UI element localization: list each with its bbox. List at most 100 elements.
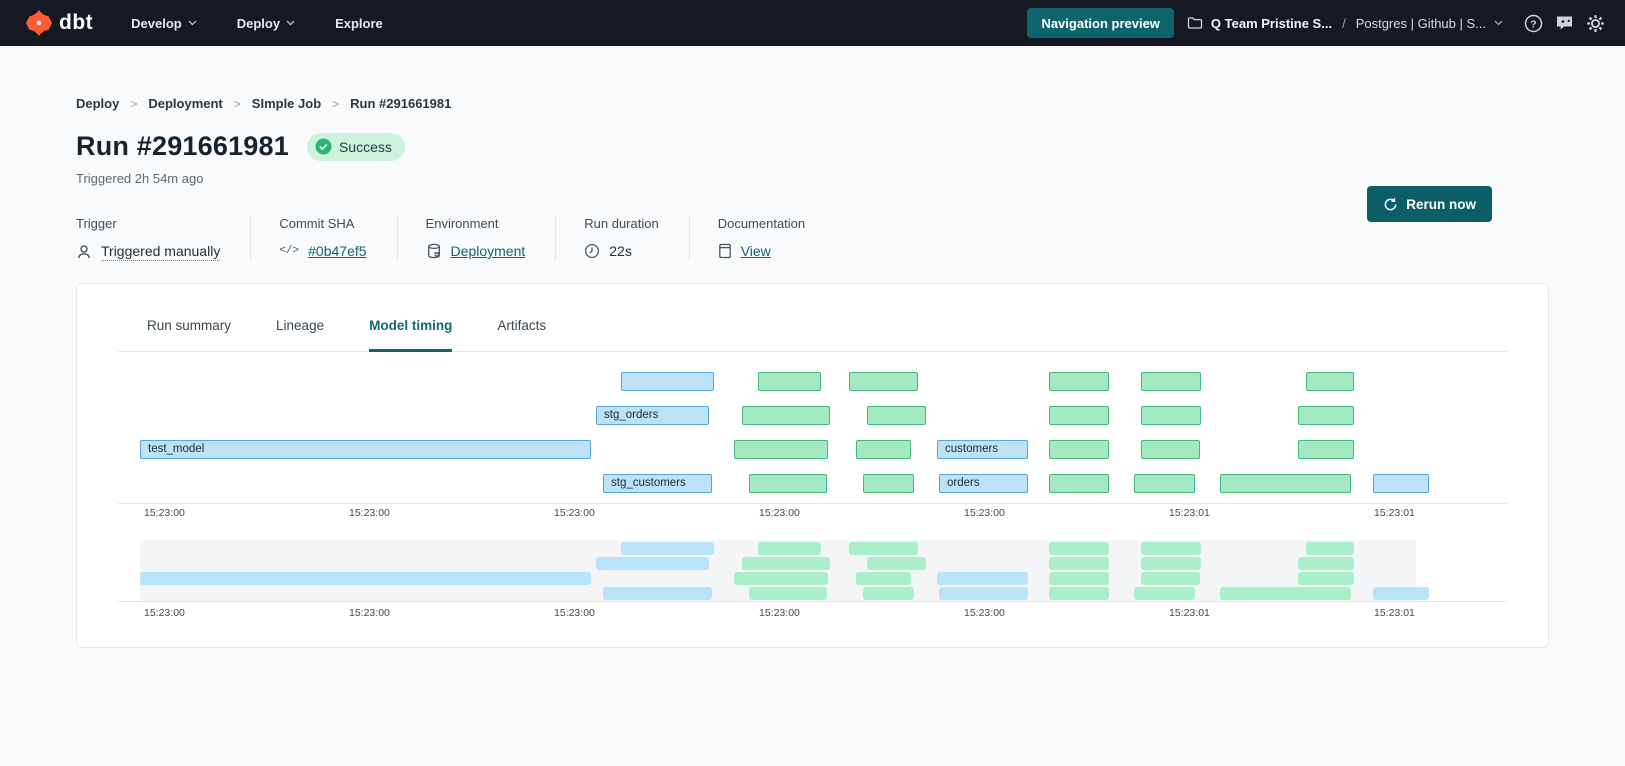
breadcrumb-deployment[interactable]: Deployment — [148, 96, 222, 111]
gantt-bar-green[interactable] — [1220, 474, 1351, 493]
gantt-bar-green[interactable] — [734, 440, 828, 459]
axis-tick-label: 15:23:01 — [1374, 607, 1415, 619]
axis-tick-label: 15:23:01 — [1374, 507, 1415, 519]
rerun-now-button[interactable]: Rerun now — [1367, 186, 1492, 222]
gantt-bar-green[interactable] — [1306, 372, 1354, 391]
nav-item-explore[interactable]: Explore — [335, 16, 383, 31]
minimap-bar — [1298, 557, 1354, 570]
minimap-bar — [621, 542, 714, 555]
minimap-bar — [1298, 572, 1354, 585]
gantt-bar-green[interactable] — [849, 372, 918, 391]
minimap-bar — [734, 572, 828, 585]
gantt-bar-green[interactable] — [1049, 474, 1109, 493]
model-timing-gantt: stg_orders test_model customers stg_custome… — [118, 352, 1507, 624]
account-name: Q Team Pristine S... — [1211, 16, 1332, 31]
rerun-label: Rerun now — [1406, 197, 1476, 212]
minimap-bar — [1306, 542, 1354, 555]
minimap-bar — [867, 557, 926, 570]
help-icon[interactable]: ? — [1524, 14, 1543, 33]
tabs-row: Run summary Lineage Model timing Artifac… — [118, 284, 1507, 352]
breadcrumb-deploy[interactable]: Deploy — [76, 96, 119, 111]
gantt-bar-test_model[interactable]: test_model — [140, 440, 591, 459]
project-name: Postgres | Github | S... — [1356, 16, 1486, 31]
minimap-bar — [140, 572, 591, 585]
path-separator: / — [1342, 16, 1346, 31]
gantt-bar-blue[interactable] — [621, 372, 714, 391]
logo-text: dbt — [59, 11, 93, 35]
axis-tick-label: 15:23:00 — [964, 507, 1005, 519]
gantt-bar-green[interactable] — [1134, 474, 1195, 493]
code-icon: </> — [279, 245, 299, 257]
navigation-preview-button[interactable]: Navigation preview — [1027, 8, 1173, 38]
tab-run-summary[interactable]: Run summary — [147, 318, 231, 352]
gantt-bar-green[interactable] — [1049, 372, 1109, 391]
axis-tick-label: 15:23:00 — [349, 507, 390, 519]
minimap-bar — [1220, 587, 1351, 600]
gantt-bar-label: test_model — [141, 441, 590, 458]
nav-item-label: Explore — [335, 16, 383, 31]
gantt-bar-green[interactable] — [1298, 440, 1354, 459]
gantt-bar-green[interactable] — [1049, 440, 1109, 459]
commit-sha-link[interactable]: #0b47ef5 — [308, 243, 366, 259]
tab-artifacts[interactable]: Artifacts — [497, 318, 546, 352]
gantt-bar-green[interactable] — [1141, 372, 1201, 391]
gantt-bar-stg_customers[interactable]: stg_customers — [603, 474, 712, 493]
status-label: Success — [339, 139, 392, 155]
gantt-bar-green[interactable] — [742, 406, 830, 425]
gantt-bar-green[interactable] — [758, 372, 821, 391]
nav-item-deploy[interactable]: Deploy — [237, 16, 295, 31]
minimap-bar — [1141, 542, 1201, 555]
document-icon — [718, 243, 732, 259]
status-badge: Success — [307, 133, 405, 161]
chevron-down-icon — [286, 20, 295, 26]
nav-right: Navigation preview Q Team Pristine S... … — [1027, 8, 1605, 38]
nav-item-label: Deploy — [237, 16, 280, 31]
title-row: Run #291661981 Success — [76, 131, 1549, 162]
gantt-bar-green[interactable] — [1049, 406, 1109, 425]
gantt-bar-blue[interactable] — [1373, 474, 1429, 493]
gantt-bar-orders[interactable]: orders — [939, 474, 1028, 493]
dbt-logo[interactable]: dbt — [26, 10, 93, 36]
nav-icons: ? — [1524, 14, 1605, 33]
gantt-bar-stg_orders[interactable]: stg_orders — [596, 406, 709, 425]
gantt-bar-green[interactable] — [1298, 406, 1354, 425]
gantt-bar-green[interactable] — [856, 440, 911, 459]
environment-link[interactable]: Deployment — [451, 243, 526, 259]
meta-label: Environment — [426, 216, 526, 231]
minimap-bar — [1141, 572, 1200, 585]
gantt-bar-customers[interactable]: customers — [937, 440, 1028, 459]
documentation-view-link[interactable]: View — [741, 243, 771, 259]
dbt-logo-icon — [26, 10, 52, 36]
gantt-bar-label: customers — [938, 441, 1027, 458]
nav-item-develop[interactable]: Develop — [131, 16, 197, 31]
minimap-bar — [1049, 542, 1109, 555]
minimap-bar — [1141, 557, 1201, 570]
minimap-bar — [1373, 587, 1429, 600]
gantt-bar-green[interactable] — [867, 406, 926, 425]
tab-lineage[interactable]: Lineage — [276, 318, 324, 352]
feedback-icon[interactable] — [1555, 14, 1574, 32]
minimap-bar — [603, 587, 712, 600]
gantt-bar-green[interactable] — [863, 474, 914, 493]
database-icon — [426, 243, 442, 259]
gear-icon[interactable] — [1586, 14, 1605, 33]
axis-tick-label: 15:23:01 — [1169, 507, 1210, 519]
breadcrumb-separator: > — [332, 97, 339, 111]
tab-model-timing[interactable]: Model timing — [369, 318, 452, 352]
minimap-bar — [937, 572, 1028, 585]
page-title: Run #291661981 — [76, 131, 289, 162]
meta-label: Documentation — [718, 216, 805, 231]
axis-tick-label: 15:23:01 — [1169, 607, 1210, 619]
gantt-bar-green[interactable] — [749, 474, 827, 493]
breadcrumb-run: Run #291661981 — [350, 96, 451, 111]
trigger-value[interactable]: Triggered manually — [101, 243, 220, 261]
gantt-bar-green[interactable] — [1141, 406, 1201, 425]
account-switcher[interactable]: Q Team Pristine S... / Postgres | Github… — [1187, 16, 1503, 31]
minimap-bar — [939, 587, 1028, 600]
breadcrumb-job[interactable]: SImple Job — [252, 96, 321, 111]
minimap-bar — [742, 557, 830, 570]
svg-text:?: ? — [1530, 18, 1536, 30]
gantt-bar-green[interactable] — [1141, 440, 1200, 459]
axis-tick-label: 15:23:00 — [964, 607, 1005, 619]
axis-tick-label: 15:23:00 — [349, 607, 390, 619]
